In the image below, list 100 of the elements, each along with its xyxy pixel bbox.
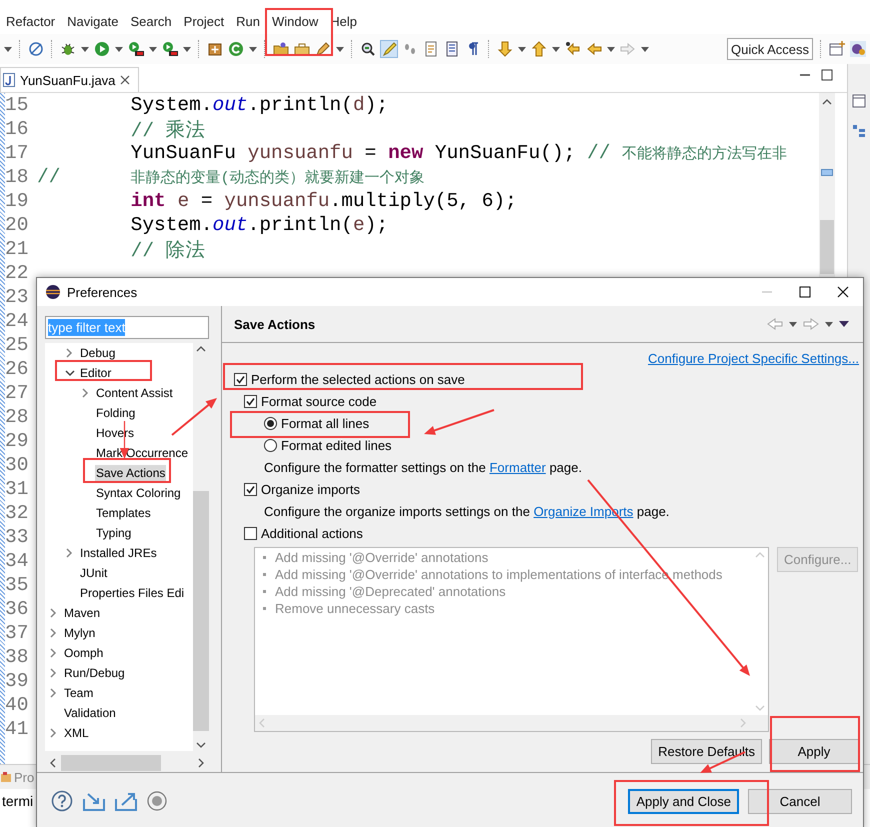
view-menu-icon[interactable] <box>839 321 849 327</box>
panel-icon[interactable] <box>852 94 866 108</box>
tree-item[interactable]: Syntax Coloring <box>95 485 182 501</box>
tree-item[interactable]: Save Actions <box>95 465 166 481</box>
prohibited-icon[interactable] <box>28 41 44 57</box>
scrollbar-thumb[interactable] <box>193 491 209 731</box>
page-button[interactable]: Apply <box>769 739 859 764</box>
tree-item[interactable]: Team <box>63 685 94 701</box>
pencil-icon[interactable] <box>315 41 331 57</box>
tree-item[interactable]: Properties Files Edi <box>79 585 186 601</box>
list-document-icon[interactable] <box>444 41 460 57</box>
chevron-right-icon[interactable] <box>65 548 73 558</box>
dropdown-icon[interactable] <box>115 46 123 52</box>
dropdown-icon[interactable] <box>552 46 560 52</box>
perspective-icon[interactable] <box>850 41 866 57</box>
dialog-button[interactable]: Cancel <box>748 788 852 814</box>
up-arrow-icon[interactable] <box>531 41 547 57</box>
dropdown-icon[interactable] <box>825 322 833 326</box>
footprints-icon[interactable] <box>402 41 418 57</box>
document-icon[interactable] <box>423 41 439 57</box>
tree-item[interactable]: XML <box>63 725 90 741</box>
page-button[interactable]: Restore Defaults <box>651 739 762 764</box>
tree-item[interactable]: Maven <box>63 605 102 621</box>
folder-icon[interactable] <box>273 41 289 57</box>
box-icon[interactable] <box>207 41 223 57</box>
play-badge-icon[interactable] <box>128 41 144 57</box>
dropdown-icon[interactable] <box>641 46 649 52</box>
project-settings-link[interactable]: Configure Project Specific Settings... <box>648 350 859 366</box>
dialog-button[interactable]: Apply and Close <box>628 788 739 814</box>
menu-item[interactable]: Run <box>230 14 266 28</box>
checkbox[interactable] <box>244 526 257 540</box>
run-icon[interactable] <box>94 41 110 57</box>
quick-access-field[interactable]: Quick Access <box>727 38 813 60</box>
window-plus-icon[interactable] <box>829 41 845 57</box>
dropdown-icon[interactable] <box>789 322 797 326</box>
dropdown-icon[interactable] <box>4 46 12 52</box>
hint-text: Configure the formatter settings on the Formatter page. <box>264 460 582 474</box>
chevron-left-icon[interactable] <box>49 758 57 768</box>
editor-tab[interactable]: YunSuanFu.java <box>0 67 140 92</box>
down-arrow-icon[interactable] <box>497 41 513 57</box>
tree-item[interactable]: Folding <box>95 405 136 421</box>
radio-button[interactable] <box>264 416 277 430</box>
chevron-right-icon[interactable] <box>65 348 73 358</box>
tree-item[interactable]: Content Assist <box>95 385 174 401</box>
chevron-right-icon[interactable] <box>49 728 57 738</box>
refresh-icon[interactable] <box>228 41 244 57</box>
help-icon[interactable] <box>51 790 73 812</box>
dropdown-icon[interactable] <box>249 46 257 52</box>
line-number: 26 <box>5 358 30 380</box>
back-icon[interactable] <box>586 41 602 57</box>
maximize-icon[interactable] <box>821 69 833 81</box>
dropdown-icon[interactable] <box>81 46 89 52</box>
tree-item[interactable]: Run/Debug <box>63 665 126 681</box>
maximize-icon[interactable] <box>799 286 811 298</box>
tree-item[interactable]: Typing <box>95 525 132 541</box>
dropdown-icon[interactable] <box>183 46 191 52</box>
menu-item[interactable]: Navigate <box>61 14 124 28</box>
menu-item[interactable]: Project <box>178 14 230 28</box>
dropdown-icon[interactable] <box>607 46 615 52</box>
export-icon[interactable] <box>115 791 137 811</box>
checkbox[interactable] <box>234 372 247 386</box>
briefcase-icon[interactable] <box>294 41 310 57</box>
tree-item[interactable]: Editor <box>79 365 112 381</box>
line-number: 33 <box>5 526 30 548</box>
chevron-up-icon[interactable] <box>822 99 832 105</box>
menu-item[interactable]: Refactor <box>0 14 62 28</box>
record-icon[interactable] <box>147 791 167 811</box>
scrollbar-thumb[interactable] <box>820 220 834 274</box>
tree-item[interactable]: Templates <box>95 505 152 521</box>
close-icon[interactable] <box>837 286 849 298</box>
magnifier-icon[interactable] <box>360 41 376 57</box>
menu-item[interactable]: Window <box>266 14 324 28</box>
checkbox[interactable] <box>244 482 257 496</box>
tree-item[interactable]: Debug <box>79 345 116 361</box>
code-line: // 除法 <box>130 238 206 262</box>
menu-item[interactable]: Search <box>124 14 178 28</box>
dropdown-icon[interactable] <box>518 46 526 52</box>
tree-item[interactable]: Mark Occurrence <box>95 445 190 461</box>
chevron-right-icon[interactable] <box>81 388 89 398</box>
settings-link[interactable]: Formatter <box>489 460 546 474</box>
tree-item[interactable]: Oomph <box>63 645 104 661</box>
import-icon[interactable] <box>83 791 105 811</box>
line-number: 36 <box>5 598 30 620</box>
checkbox[interactable] <box>244 394 257 408</box>
bug-icon[interactable] <box>60 41 76 57</box>
play-badge-icon[interactable] <box>162 41 178 57</box>
close-icon[interactable] <box>120 75 130 85</box>
chevron-right-icon[interactable] <box>197 758 205 768</box>
tree-item[interactable]: Mylyn <box>63 625 96 641</box>
marker-icon[interactable] <box>381 41 397 57</box>
radio-button[interactable] <box>264 438 277 452</box>
tree-item[interactable]: JUnit <box>79 565 108 581</box>
chevron-down-icon[interactable] <box>65 369 75 377</box>
tree-item[interactable]: Installed JREs <box>79 545 158 561</box>
starred-arrow-icon[interactable] <box>565 41 581 57</box>
outline-icon[interactable] <box>852 124 866 138</box>
dropdown-icon[interactable] <box>149 46 157 52</box>
scrollbar-thumb[interactable] <box>61 755 161 771</box>
dropdown-icon[interactable] <box>336 46 344 52</box>
tree-item[interactable]: Validation <box>63 705 117 721</box>
